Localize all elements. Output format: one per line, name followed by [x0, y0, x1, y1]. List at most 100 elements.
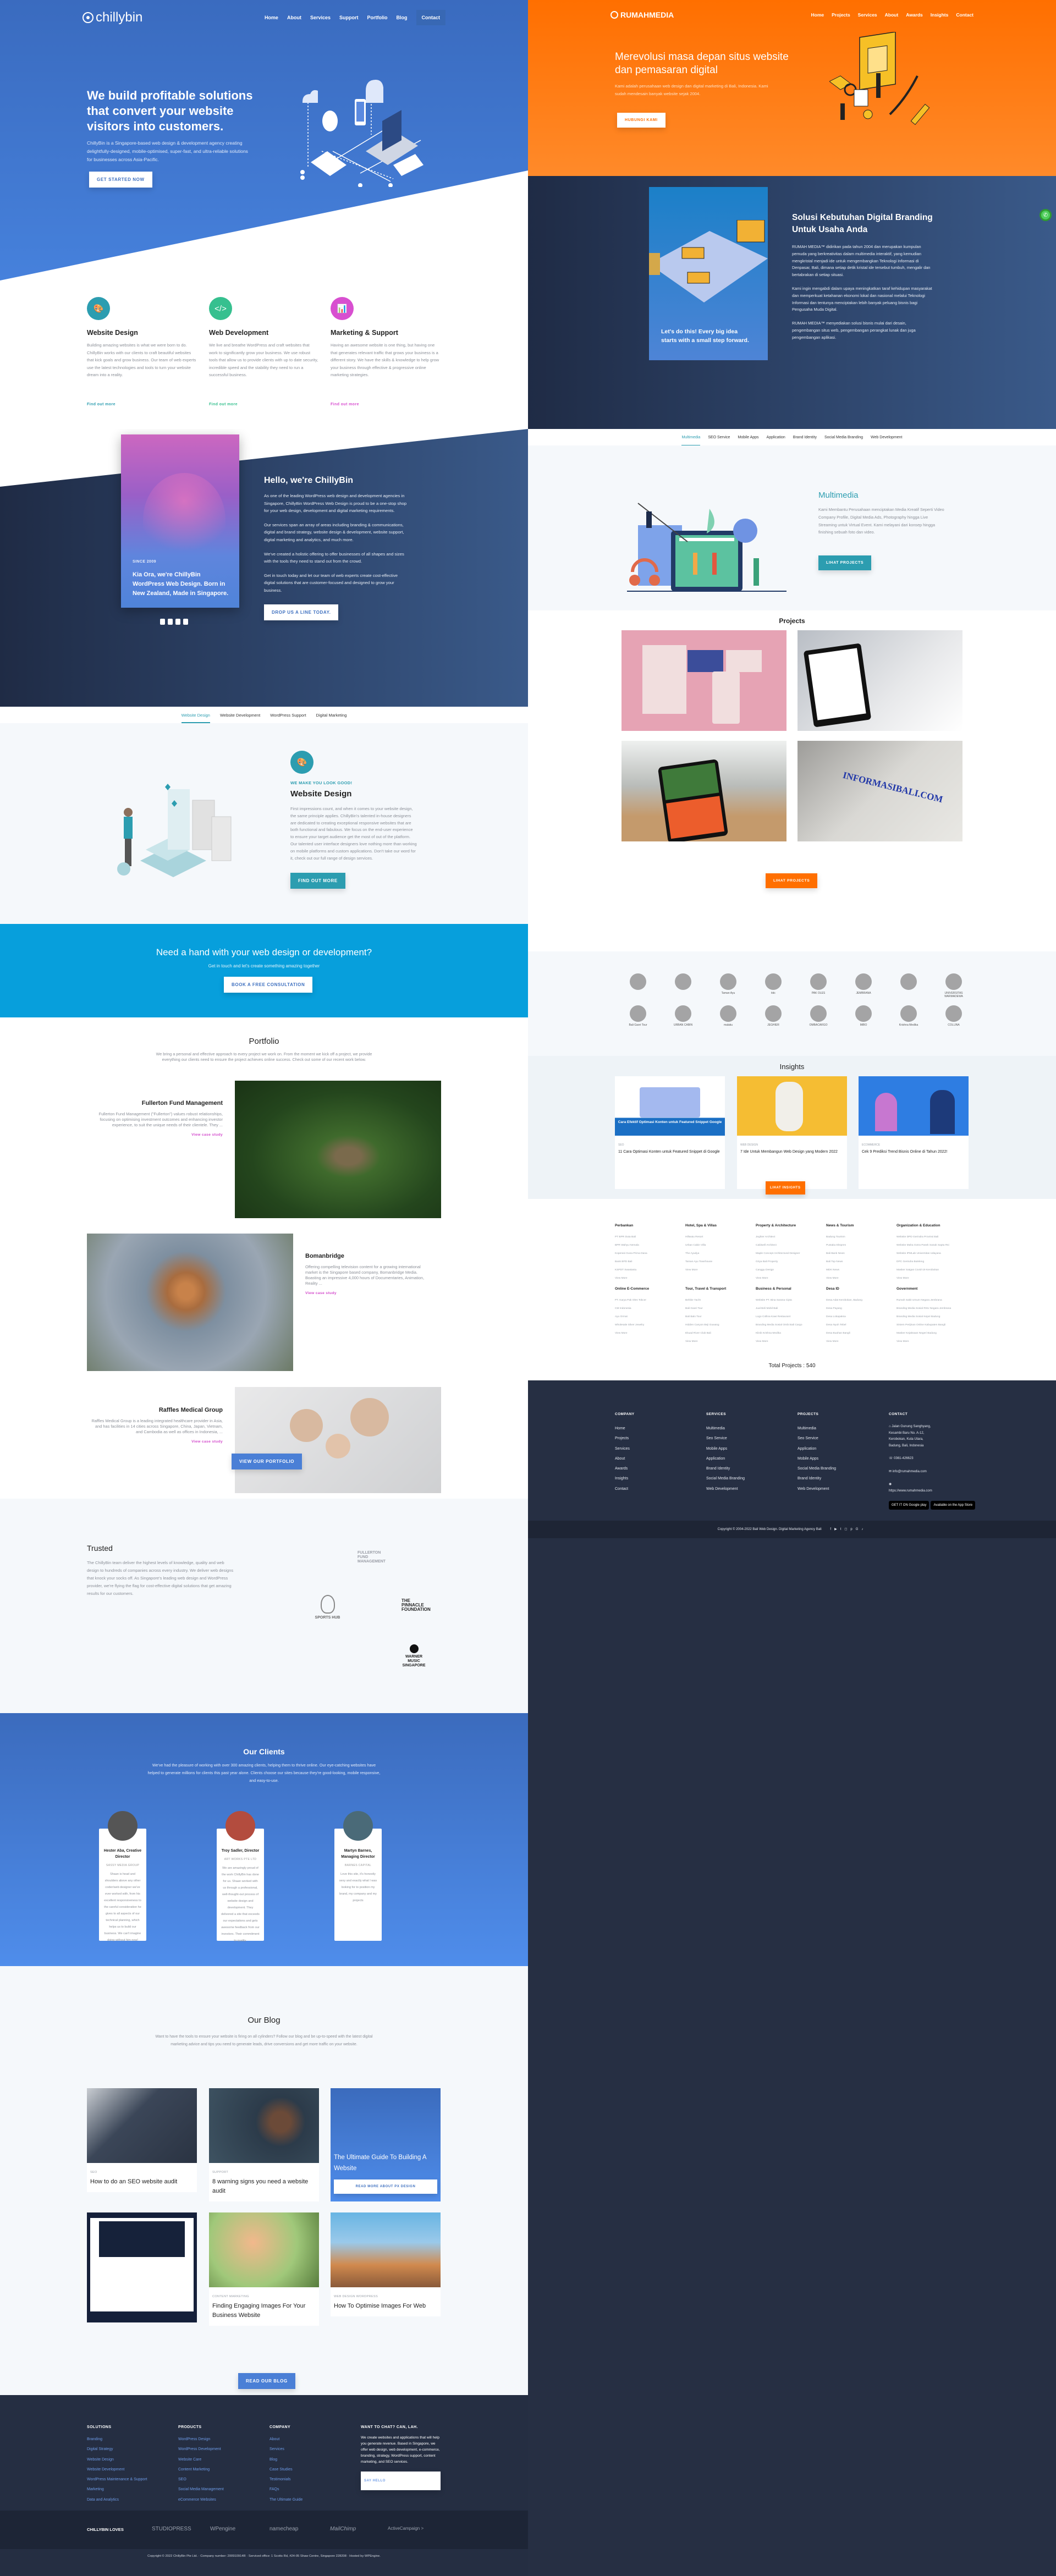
family-masks-image[interactable]: [235, 1387, 441, 1493]
footer-link[interactable]: WordPress Design: [178, 2435, 224, 2445]
category-link[interactable]: The Ayudya: [685, 1250, 751, 1258]
footer-link[interactable]: Web Development: [706, 1484, 745, 1494]
category-link[interactable]: View More: [826, 1337, 892, 1346]
category-link[interactable]: Website PT. Bina Sarana Cipta: [756, 1296, 822, 1304]
category-link[interactable]: Pustaka Ekspres: [826, 1241, 892, 1250]
category-link[interactable]: View More: [615, 1329, 681, 1337]
nav-contact[interactable]: Contact: [956, 12, 974, 18]
category-link[interactable]: Branding Media Sosial Kejari Badung: [897, 1313, 963, 1321]
footer-link[interactable]: FAQs: [270, 2485, 302, 2495]
tab-seo-service[interactable]: SEO Service: [708, 431, 730, 444]
category-link[interactable]: Branding Media Sosial Ombi Bali Cargo: [756, 1321, 822, 1329]
tab-social-media-branding[interactable]: Social Media Branding: [824, 431, 863, 444]
tab-website-development[interactable]: Website Development: [220, 708, 260, 722]
footer-link[interactable]: Application: [798, 1444, 836, 1454]
nav-contact[interactable]: Contact: [416, 10, 446, 25]
category-link[interactable]: Desa Payang: [826, 1304, 892, 1313]
nav-blog[interactable]: Blog: [397, 15, 408, 20]
category-link[interactable]: Koperasi Guna Prima Dana: [615, 1250, 681, 1258]
footer-link[interactable]: Mobile Apps: [798, 1454, 836, 1464]
category-link[interactable]: Bali Top News: [826, 1258, 892, 1266]
category-link[interactable]: Website DPD Gerindra Provinsi Bali: [897, 1233, 963, 1241]
category-link[interactable]: MDK News: [826, 1266, 892, 1274]
nav-insights[interactable]: Insights: [931, 12, 949, 18]
category-link[interactable]: CM Indonesia: [615, 1304, 681, 1313]
book-consultation-button[interactable]: Book a free consultation: [224, 977, 313, 993]
category-link[interactable]: BPR Wahyu Nemala: [615, 1241, 681, 1250]
instagram-icon[interactable]: [168, 619, 173, 625]
google-play-badge[interactable]: GET IT ON Google play: [889, 1501, 930, 1510]
category-link[interactable]: Taman Ayu Townhouse: [685, 1258, 751, 1266]
footer-link[interactable]: eCommerce Websites: [178, 2495, 224, 2505]
read-our-blog-button[interactable]: Read our blog: [238, 2373, 295, 2389]
category-link[interactable]: Desa Lokapaksa: [826, 1313, 892, 1321]
tab-wordpress-support[interactable]: WordPress Support: [270, 708, 306, 722]
nav-support[interactable]: Support: [339, 15, 359, 20]
category-link[interactable]: Desa Buahan Bangli: [826, 1329, 892, 1337]
tiktok-icon[interactable]: ♪: [861, 1528, 866, 1531]
rm-logo[interactable]: RUMAHMEDIA: [610, 10, 674, 19]
category-link[interactable]: Masker Satgas Covid-19 Kerobokan: [897, 1266, 963, 1274]
category-link[interactable]: Urban Cabin Villa: [685, 1241, 751, 1250]
footer-link[interactable]: Marketing: [87, 2485, 147, 2495]
whatsapp-icon[interactable]: ✆: [1040, 209, 1052, 221]
linkedin-icon[interactable]: [183, 619, 188, 625]
footer-link[interactable]: Website Design: [87, 2455, 147, 2465]
category-link[interactable]: Jual Beli Mobil Bali: [756, 1304, 822, 1313]
category-link[interactable]: Badung Tourism: [826, 1233, 892, 1241]
category-link[interactable]: Sistem Perijinan Online Kabupaten Bangli: [897, 1321, 963, 1329]
category-link[interactable]: PT. Karya Pak Oles Tokcer: [615, 1296, 681, 1304]
hubungi-kami-button[interactable]: Hubungi Kami: [617, 113, 666, 128]
pinterest-icon[interactable]: p: [850, 1528, 855, 1531]
footer-link[interactable]: Insights: [615, 1474, 635, 1484]
insight-card[interactable]: Cara Efektif Optimasi Konten untuk Featu…: [615, 1076, 725, 1189]
tab-multimedia[interactable]: Multimedia: [681, 431, 700, 446]
tab-brand-identity[interactable]: Brand Identity: [793, 431, 817, 444]
footer-link[interactable]: Brand Identity: [706, 1464, 745, 1474]
category-link[interactable]: Hidden Canyon Beji Guwang: [685, 1321, 751, 1329]
category-link[interactable]: Canggu Design: [756, 1266, 822, 1274]
google-icon[interactable]: G: [856, 1528, 862, 1531]
tab-web-development[interactable]: Web Development: [871, 431, 902, 444]
rainforest-river-image[interactable]: [235, 1081, 441, 1218]
category-link[interactable]: DPC Gerindra Buleleng: [897, 1258, 963, 1266]
blog-card[interactable]: WEB DESIGN WORDPRESS How To Optimise Ima…: [331, 2212, 441, 2316]
project-login-tablet-image[interactable]: [798, 630, 963, 731]
read-more-px-design-button[interactable]: Read more about PX Design: [334, 2179, 437, 2194]
blog-card[interactable]: CONTENT MARKETING Finding Engaging Image…: [209, 2212, 319, 2326]
category-link[interactable]: Klinik Krishna Medika: [756, 1329, 822, 1337]
category-link[interactable]: Bali Balo Tour: [685, 1313, 751, 1321]
tab-application[interactable]: Application: [767, 431, 785, 444]
footer-link[interactable]: Services: [270, 2445, 302, 2454]
twitter-icon[interactable]: [175, 619, 180, 625]
category-link[interactable]: View More: [615, 1274, 681, 1283]
footer-link[interactable]: Blog: [270, 2455, 302, 2465]
footer-link[interactable]: Services: [615, 1444, 635, 1454]
tab-mobile-apps[interactable]: Mobile Apps: [738, 431, 758, 444]
tab-website-design[interactable]: Website Design: [181, 708, 211, 723]
view-case-study-link[interactable]: View case study: [305, 1291, 337, 1295]
footer-link[interactable]: Digital Strategy: [87, 2445, 147, 2454]
category-link[interactable]: Jeghier Architect: [756, 1233, 822, 1241]
footer-link[interactable]: Projects: [615, 1434, 635, 1444]
footer-link[interactable]: Home: [615, 1424, 635, 1434]
footer-link[interactable]: Social Media Branding: [798, 1464, 836, 1474]
footer-link[interactable]: Mobile Apps: [706, 1444, 745, 1454]
category-link[interactable]: Wholesale Silver Jewelry: [615, 1321, 681, 1329]
footer-link[interactable]: Social Media Branding: [706, 1474, 745, 1484]
footer-link[interactable]: SEO: [178, 2475, 224, 2485]
category-link[interactable]: Bali Gaori Tour: [685, 1304, 751, 1313]
footer-link[interactable]: Branding: [87, 2435, 147, 2445]
view-case-study-link[interactable]: View case study: [191, 1133, 223, 1137]
nav-about[interactable]: About: [885, 12, 899, 18]
view-portfolio-button[interactable]: View our portfolio: [232, 1454, 302, 1469]
view-case-study-link[interactable]: View case study: [191, 1440, 223, 1444]
app-store-badge[interactable]: Available on the App Store: [931, 1501, 976, 1510]
category-link[interactable]: Rumah Sakit Umum Negara Jembrana: [897, 1296, 963, 1304]
nav-services[interactable]: Services: [310, 15, 331, 20]
footer-link[interactable]: Multimedia: [706, 1424, 745, 1434]
footer-link[interactable]: Website Care: [178, 2455, 224, 2465]
footer-link[interactable]: The Ultimate Guide: [270, 2495, 302, 2505]
category-link[interactable]: Branding Media Sosial RSU Negara Jembran…: [897, 1304, 963, 1313]
footer-link[interactable]: Testimonials: [270, 2475, 302, 2485]
